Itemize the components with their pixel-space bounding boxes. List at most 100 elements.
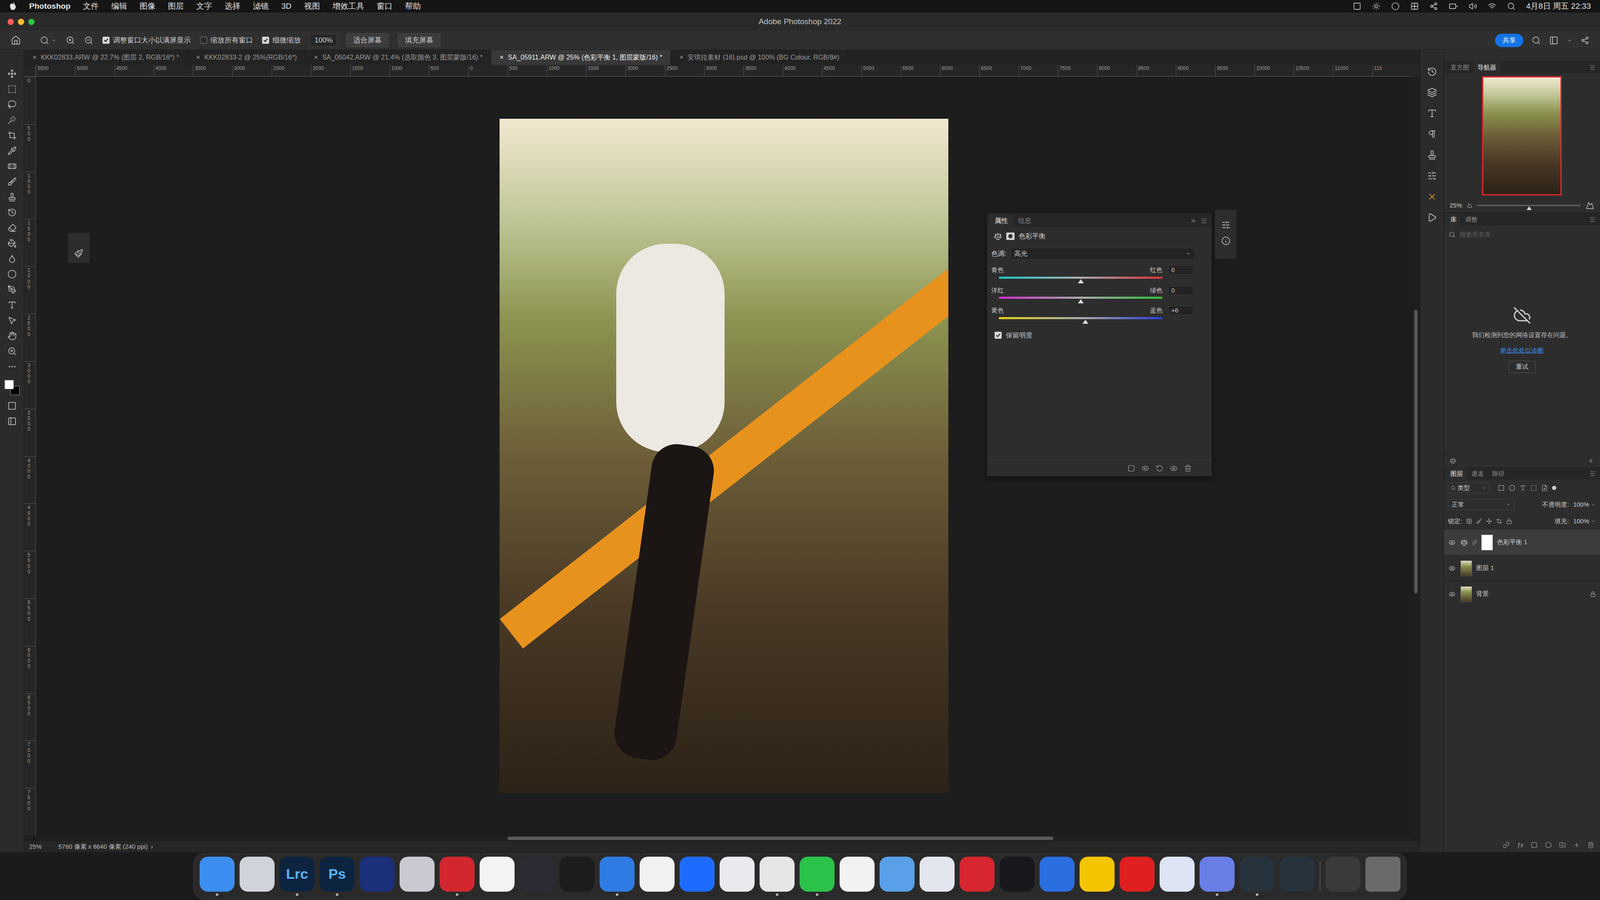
screen-record-icon[interactable] — [1352, 2, 1362, 11]
shape-filter-icon[interactable] — [1530, 484, 1538, 492]
zoom-in-icon[interactable] — [65, 35, 75, 45]
app-icon[interactable] — [1119, 856, 1155, 892]
app-icon[interactable] — [799, 856, 835, 892]
history-icon[interactable] — [1427, 66, 1438, 77]
navigator-zoom-value[interactable]: 25% — [1449, 200, 1463, 211]
tab-close[interactable]: × — [313, 52, 318, 63]
color-swatches[interactable] — [4, 380, 20, 395]
tone-dropdown[interactable]: 高光 — [1010, 247, 1195, 260]
vertical-scrollbar[interactable] — [1411, 76, 1420, 836]
zoom-button[interactable] — [28, 18, 35, 25]
visibility-icon[interactable] — [1448, 565, 1456, 572]
smart-filter-icon[interactable] — [1541, 484, 1548, 492]
app-icon[interactable] — [999, 856, 1035, 892]
diagnose-link[interactable]: 单击此处以诊断 — [1500, 345, 1544, 356]
app-icon[interactable] — [839, 856, 875, 892]
brush-settings-icon[interactable] — [74, 248, 84, 258]
color-balance-icon[interactable] — [993, 232, 1003, 241]
slider-thumb[interactable] — [1082, 319, 1089, 324]
visibility-icon[interactable] — [1448, 539, 1456, 546]
navigator-slider[interactable] — [1477, 204, 1581, 207]
panel-tab[interactable]: 通道 — [1467, 467, 1488, 480]
app-icon[interactable] — [679, 856, 715, 892]
panel-menu-icon[interactable] — [1200, 217, 1208, 225]
more-tools-icon[interactable] — [7, 362, 17, 372]
home-icon[interactable] — [10, 35, 21, 46]
slider-value[interactable]: +6 — [1168, 305, 1194, 315]
tool-presets-icon[interactable] — [1427, 191, 1438, 202]
filter-dropdown[interactable]: 类型 — [1447, 482, 1490, 494]
document-tab[interactable]: ×SA_05042.ARW @ 21.4% (选取颜色 3, 图层蒙版/16) … — [305, 50, 492, 65]
adjustment-filter-icon[interactable] — [1508, 484, 1516, 492]
dropdown-arrow-icon[interactable] — [1505, 502, 1511, 508]
adjustments-icon[interactable] — [1427, 170, 1438, 181]
menu-item[interactable]: 窗口 — [376, 0, 393, 13]
app-icon[interactable]: Ps — [319, 856, 355, 892]
toggle-visibility-icon[interactable] — [1170, 464, 1178, 473]
app-icon[interactable] — [439, 856, 475, 892]
search-icon[interactable] — [1531, 35, 1541, 45]
menu-item[interactable]: 编辑 — [111, 0, 128, 13]
reset-icon[interactable] — [1155, 464, 1164, 473]
zoom-in-mountain-icon[interactable] — [1585, 201, 1595, 210]
layer-name[interactable]: 背景 — [1476, 589, 1489, 599]
app-icon[interactable] — [759, 856, 795, 892]
app-icon[interactable] — [1159, 856, 1195, 892]
stamp-tool-icon[interactable] — [7, 192, 17, 202]
dropdown-arrow-icon[interactable] — [1590, 502, 1596, 508]
zoom-tool-icon[interactable] — [40, 35, 50, 45]
fx-icon[interactable]: ƒx — [1517, 840, 1524, 850]
retry-button[interactable]: 重试 — [1508, 360, 1536, 373]
status-zoom[interactable]: 25% — [29, 842, 42, 852]
option-button[interactable]: 适合屏幕 — [346, 33, 389, 48]
app-icon[interactable] — [1039, 856, 1075, 892]
photo[interactable] — [499, 118, 949, 794]
option-button[interactable]: 填充屏幕 — [397, 33, 441, 48]
tab-close[interactable]: × — [499, 52, 504, 63]
zoom-out-mountain-icon[interactable] — [1467, 202, 1473, 208]
app-icon[interactable] — [639, 856, 675, 892]
app-icon[interactable] — [719, 856, 755, 892]
document-tab[interactable]: ×KKK02833.ARW @ 22.7% (图层 2, RGB/16*) * — [24, 50, 188, 65]
panel-tab[interactable]: 直方图 — [1446, 61, 1474, 74]
color-slider[interactable] — [998, 275, 1163, 283]
menu-item[interactable]: 增效工具 — [332, 0, 365, 13]
slider-value[interactable]: 0 — [1168, 265, 1194, 275]
eraser-tool-icon[interactable] — [7, 223, 17, 233]
option-checkbox[interactable]: 细微缩放 — [262, 35, 301, 46]
status-info[interactable]: 5760 像素 x 8640 像素 (240 ppi) — [58, 842, 148, 852]
healing-tool-icon[interactable] — [7, 161, 17, 171]
character-icon[interactable] — [1427, 108, 1438, 119]
document-tab[interactable]: ×KKK02833-2 @ 25%(RGB/16*) — [187, 50, 306, 65]
checkbox[interactable] — [262, 36, 270, 44]
info-icon[interactable] — [1221, 236, 1231, 246]
app-icon[interactable]: Lrc — [279, 856, 315, 892]
app-icon[interactable] — [599, 856, 635, 892]
search-icon[interactable] — [1448, 231, 1456, 238]
menu-item[interactable]: 选择 — [224, 0, 241, 13]
trash-icon[interactable] — [1365, 856, 1401, 892]
app-icon[interactable] — [199, 856, 235, 892]
panel-tab[interactable]: 路径 — [1487, 467, 1509, 480]
layer-thumbnail[interactable] — [1460, 586, 1473, 603]
mask-link-icon[interactable] — [1472, 540, 1478, 545]
panel-tab[interactable]: 属性 — [989, 214, 1013, 228]
tab-close[interactable]: × — [32, 52, 37, 63]
layer-name[interactable]: 图层 1 — [1476, 563, 1495, 573]
minimize-button[interactable] — [17, 18, 25, 25]
type-tool-icon[interactable] — [7, 300, 17, 310]
clone-source-icon[interactable] — [1427, 150, 1438, 160]
checkbox[interactable] — [102, 36, 110, 44]
menu-item[interactable]: 帮助 — [405, 0, 421, 13]
menu-item[interactable]: 文字 — [196, 0, 213, 13]
lock-transparency-icon[interactable] — [1466, 518, 1473, 525]
panel-tab[interactable]: 图层 — [1446, 467, 1468, 480]
app-icon[interactable] — [919, 856, 955, 892]
lasso-tool-icon[interactable] — [7, 100, 17, 110]
lock-all-icon[interactable] — [1506, 518, 1513, 525]
marquee-tool-icon[interactable] — [7, 84, 17, 94]
new-layer-icon[interactable] — [1573, 841, 1580, 849]
app-icon[interactable] — [359, 856, 395, 892]
pixel-filter-icon[interactable] — [1497, 484, 1505, 492]
collapse-icon[interactable] — [1190, 217, 1197, 225]
